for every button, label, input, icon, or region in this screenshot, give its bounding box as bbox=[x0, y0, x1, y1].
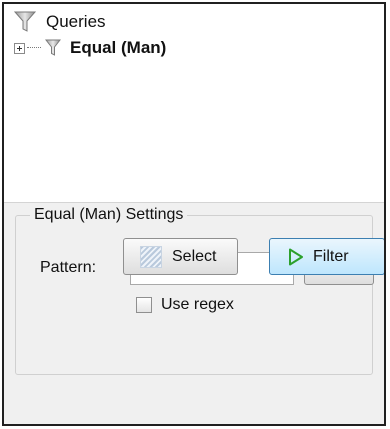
plus-box-icon[interactable] bbox=[14, 42, 25, 54]
play-arrow-icon bbox=[289, 248, 303, 265]
filter-button-label: Filter bbox=[313, 247, 349, 265]
tree-connector bbox=[27, 47, 41, 49]
filter-button[interactable]: Filter bbox=[269, 238, 384, 275]
tree-item-equal-man-label: Equal (Man) bbox=[70, 38, 167, 57]
tree-item-queries-label: Queries bbox=[46, 12, 106, 31]
select-button[interactable]: Select bbox=[123, 238, 238, 275]
use-regex-label: Use regex bbox=[161, 296, 234, 313]
filter-panel: Queries Equal (Man) Pattern: MAN Use reg… bbox=[2, 2, 386, 426]
use-regex-checkbox[interactable] bbox=[136, 297, 152, 313]
pattern-label: Pattern: bbox=[40, 259, 97, 276]
hatch-selection-icon bbox=[140, 245, 162, 268]
settings-group-title: Equal (Man) Settings bbox=[30, 205, 188, 225]
settings-area: Pattern: OK Use regex Equal (Man) Settin… bbox=[4, 202, 384, 424]
tree-item-equal-man[interactable]: Equal (Man) bbox=[14, 36, 166, 60]
query-tree: Queries Equal (Man) bbox=[4, 4, 384, 202]
funnel-icon bbox=[45, 39, 61, 56]
tree-item-queries[interactable]: Queries bbox=[14, 10, 106, 34]
use-regex-row[interactable]: Use regex bbox=[136, 296, 234, 314]
select-button-label: Select bbox=[172, 247, 217, 265]
funnel-icon bbox=[14, 11, 36, 32]
